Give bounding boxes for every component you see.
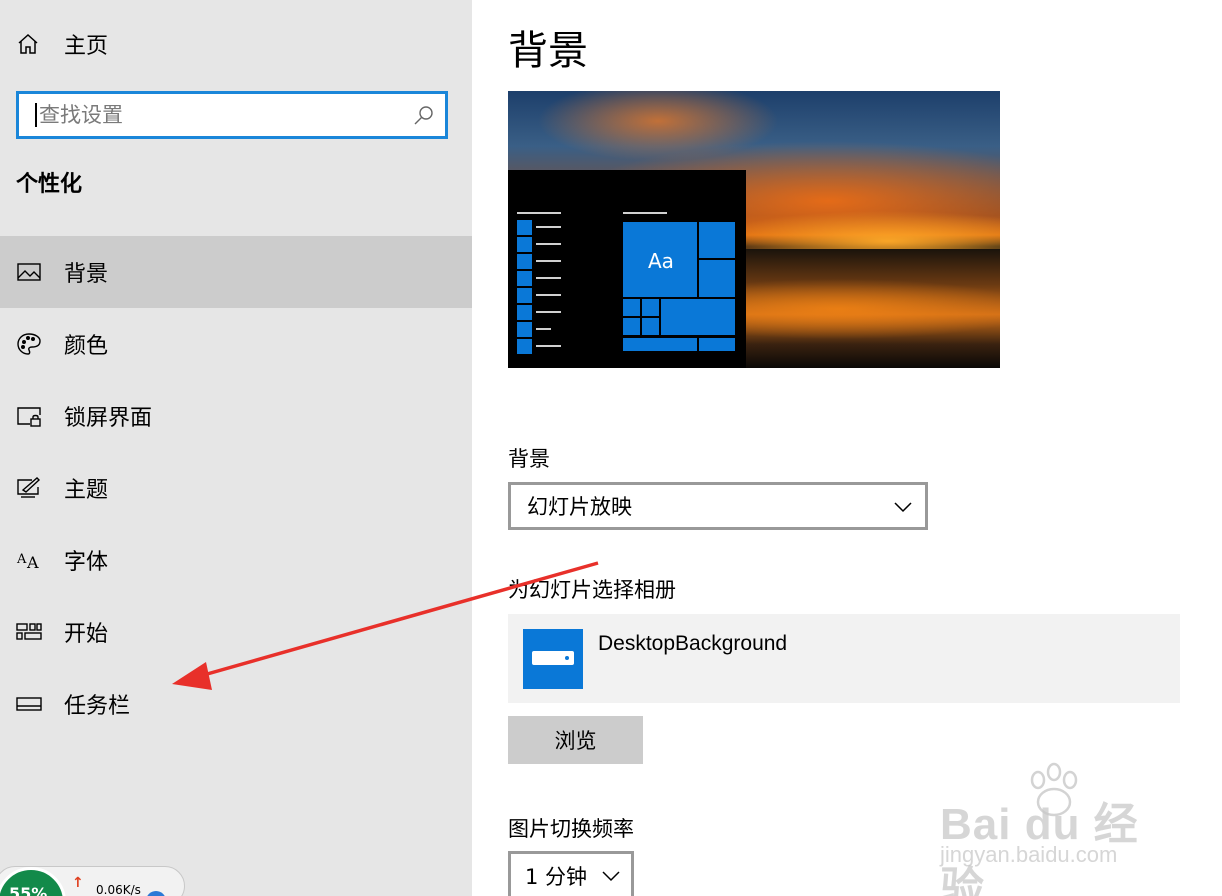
network-speed-widget[interactable]: 55% ↑ 0.06K/s <box>0 866 185 896</box>
theme-icon <box>16 475 42 501</box>
font-icon: A A <box>16 547 42 573</box>
settings-sidebar: 主页 个性化 背景 <box>0 0 472 896</box>
start-icon <box>16 619 42 645</box>
background-type-label: 背景 <box>508 447 550 471</box>
album-label: 为幻灯片选择相册 <box>508 578 676 602</box>
palette-icon <box>16 331 42 357</box>
sidebar-nav: 背景 颜色 锁屏界面 主题 A A 字体 开始 任务栏 <box>0 236 472 740</box>
taskbar-icon <box>16 691 42 717</box>
search-box[interactable] <box>16 91 448 139</box>
picture-icon <box>16 259 42 285</box>
network-speed: 0.06K/s <box>96 883 141 896</box>
sidebar-item-start[interactable]: 开始 <box>0 596 472 668</box>
search-icon[interactable] <box>413 104 435 126</box>
search-input[interactable] <box>39 97 413 133</box>
lock-screen-icon <box>16 403 42 429</box>
home-link[interactable]: 主页 <box>16 26 108 62</box>
drive-icon <box>523 629 583 689</box>
sidebar-item-label: 主题 <box>64 478 109 503</box>
sidebar-item-label: 开始 <box>64 622 109 647</box>
sidebar-item-themes[interactable]: 主题 <box>0 452 472 524</box>
settings-main: 背景 Aa 背景 幻灯片放映 为幻灯片选择相册 DesktopBackgroun… <box>472 0 1222 896</box>
preview-start-menu: Aa <box>508 170 746 368</box>
sidebar-item-taskbar[interactable]: 任务栏 <box>0 668 472 740</box>
home-label: 主页 <box>64 34 109 59</box>
text-caret <box>35 103 37 127</box>
frequency-dropdown[interactable]: 1 分钟 <box>508 851 634 896</box>
home-icon <box>18 33 38 54</box>
background-type-value: 幻灯片放映 <box>527 495 632 519</box>
section-title: 个性化 <box>16 172 83 197</box>
preview-tile-text: Aa <box>648 249 674 273</box>
sidebar-item-label: 颜色 <box>64 334 109 359</box>
sidebar-item-background[interactable]: 背景 <box>0 236 472 308</box>
svg-text:A: A <box>16 552 27 567</box>
frequency-value: 1 分钟 <box>525 865 588 889</box>
chevron-down-icon <box>894 502 912 513</box>
background-preview: Aa <box>508 91 1000 368</box>
sidebar-item-label: 背景 <box>64 262 109 287</box>
sidebar-item-fonts[interactable]: A A 字体 <box>0 524 472 596</box>
baidu-watermark: Bai du 经验 jingyan.baidu.com <box>940 762 1170 896</box>
sidebar-item-label: 锁屏界面 <box>64 406 153 431</box>
album-item[interactable]: DesktopBackground <box>508 614 1180 703</box>
chevron-down-icon <box>602 871 620 882</box>
speed-test-icon <box>146 891 166 896</box>
sidebar-item-lock-screen[interactable]: 锁屏界面 <box>0 380 472 452</box>
page-title: 背景 <box>508 28 588 74</box>
background-type-dropdown[interactable]: 幻灯片放映 <box>508 482 928 530</box>
sidebar-item-colors[interactable]: 颜色 <box>0 308 472 380</box>
memory-usage-ball: 55% <box>0 867 66 896</box>
sidebar-item-label: 字体 <box>64 550 109 575</box>
sidebar-item-label: 任务栏 <box>64 694 131 719</box>
svg-text:A: A <box>26 553 39 572</box>
upload-arrow-icon: ↑ <box>72 875 84 891</box>
album-name: DesktopBackground <box>598 632 788 655</box>
browse-button[interactable]: 浏览 <box>508 716 643 764</box>
frequency-label: 图片切换频率 <box>508 817 634 841</box>
watermark-site: jingyan.baidu.com <box>940 842 1118 867</box>
